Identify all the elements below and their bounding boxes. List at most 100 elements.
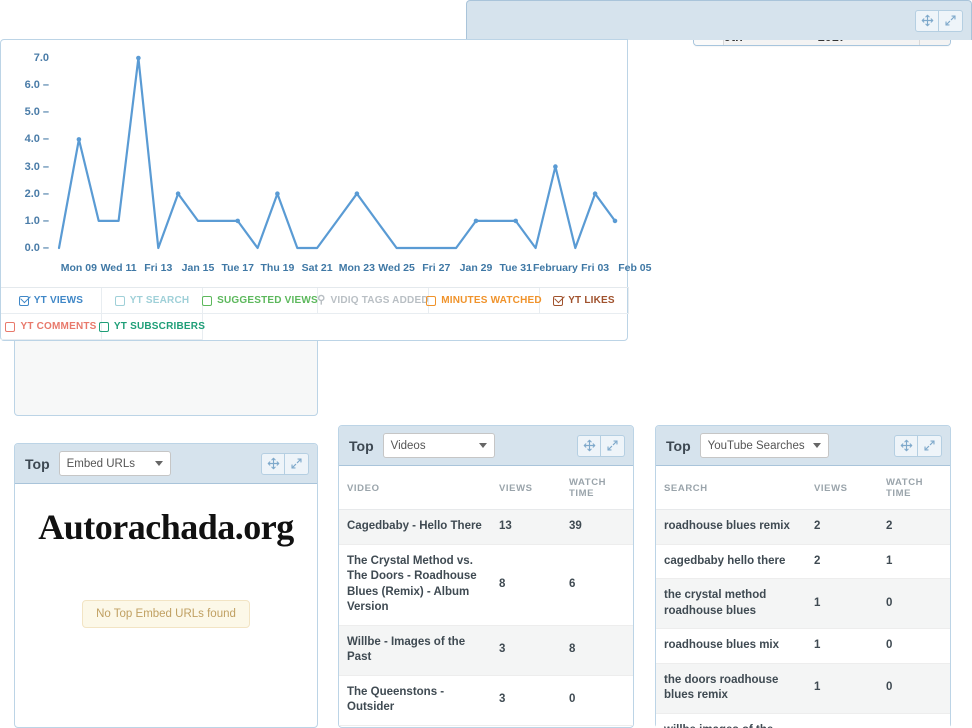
table-row[interactable]: the crystal method roadhouse blues10 — [656, 579, 950, 629]
x-axis-ticks: Mon 09Wed 11Fri 13Jan 15Tue 17Thu 19Sat … — [1, 262, 629, 282]
video-name-cell: Willbe - Images of the Past — [339, 625, 491, 675]
checkbox-empty-icon[interactable] — [426, 296, 436, 306]
video-column-header: Views — [491, 466, 561, 510]
search-name-cell: the crystal method roadhouse blues — [656, 579, 806, 629]
x-axis-tick: Wed 25 — [378, 262, 415, 274]
checkbox-checked-icon[interactable] — [553, 296, 563, 306]
chart-data-point — [613, 219, 618, 224]
videos-table-header-row: VideoViewsWatch Time — [339, 466, 633, 510]
search-watchtime-cell: 0 — [878, 713, 950, 728]
resize-icon[interactable] — [939, 10, 963, 32]
legend-item-vidiq-tags-added[interactable]: ⚲vidIQ Tags Added — [318, 288, 429, 314]
search-views-cell: 1 — [806, 579, 878, 629]
legend-item-label: Minutes Watched — [441, 295, 542, 306]
video-name-cell: The Queenstons - Outsider — [339, 675, 491, 725]
video-watchtime-cell: 8 — [561, 625, 633, 675]
chevron-down-icon — [813, 443, 821, 448]
table-row[interactable]: Cagedbaby - Hello There1339 — [339, 510, 633, 545]
search-watchtime-cell: 0 — [878, 579, 950, 629]
checkbox-empty-icon[interactable] — [115, 296, 125, 306]
search-name-cell: roadhouse blues remix — [656, 510, 806, 545]
resize-icon[interactable] — [285, 453, 309, 475]
table-row[interactable]: roadhouse blues remix22 — [656, 510, 950, 545]
table-row[interactable]: The Queenstons - Outsider30 — [339, 675, 633, 725]
legend-item-yt-comments[interactable]: YT Comments — [1, 314, 102, 340]
table-row[interactable]: The Crystal Method vs. The Doors - Roadh… — [339, 544, 633, 625]
embed-empty-wrap: No Top Embed URLs found — [15, 600, 317, 628]
video-views-cell: 8 — [491, 544, 561, 625]
checkbox-empty-icon[interactable] — [99, 322, 109, 332]
search-views-cell: 2 — [806, 544, 878, 579]
embed-top-label: Top — [25, 456, 50, 472]
x-axis-tick: Tue 17 — [221, 262, 253, 274]
videos-type-select[interactable]: Videos — [383, 433, 495, 458]
embed-header-buttons — [261, 453, 309, 475]
chevron-down-icon — [155, 461, 163, 466]
searches-select-value: YouTube Searches — [708, 440, 805, 452]
legend-item-yt-subscribers[interactable]: YT Subscribers — [102, 314, 203, 340]
videos-header-buttons — [577, 435, 625, 457]
legend-item-suggested-views[interactable]: Suggested Views — [203, 288, 318, 314]
video-name-cell: Cagedbaby - Hello There — [339, 510, 491, 545]
searches-table-body: roadhouse blues remix22cagedbaby hello t… — [656, 510, 950, 728]
chart-plot-area — [1, 40, 629, 300]
line-chart: 0.0–1.0–2.0–3.0–4.0–5.0–6.0–7.0 Mon 09We… — [1, 40, 629, 300]
move-icon[interactable] — [577, 435, 601, 457]
x-axis-tick: Feb 05 — [618, 262, 651, 274]
search-name-cell: willbe images of the past — [656, 713, 806, 728]
legend-item-minutes-watched[interactable]: Minutes Watched — [429, 288, 540, 314]
chart-header-buttons — [915, 10, 963, 32]
video-watchtime-cell: 39 — [561, 510, 633, 545]
move-icon[interactable] — [894, 435, 918, 457]
top-embed-urls-panel: Top Embed URLs — [14, 443, 318, 728]
searches-table-wrap: SearchViewsWatch Time roadhouse blues re… — [656, 466, 950, 728]
search-name-cell: roadhouse blues mix — [656, 629, 806, 664]
searches-header-buttons — [894, 435, 942, 457]
embed-panel-header: Top Embed URLs — [15, 444, 317, 484]
chart-data-point — [176, 191, 181, 196]
search-column-header: Watch Time — [878, 466, 950, 510]
chart-data-point — [553, 164, 558, 169]
resize-icon[interactable] — [918, 435, 942, 457]
move-icon[interactable] — [261, 453, 285, 475]
move-icon[interactable] — [915, 10, 939, 32]
x-axis-tick: Fri 27 — [422, 262, 450, 274]
analytics-chart-panel: 0.0–1.0–2.0–3.0–4.0–5.0–6.0–7.0 Mon 09We… — [0, 0, 628, 341]
chart-data-point — [513, 219, 518, 224]
x-axis-tick: Jan 15 — [182, 262, 215, 274]
searches-type-select[interactable]: YouTube Searches — [700, 433, 829, 458]
legend-item-label: YT Subscribers — [114, 321, 205, 332]
table-row[interactable]: roadhouse blues mix10 — [656, 629, 950, 664]
embed-select-value: Embed URLs — [67, 458, 147, 470]
legend-item-yt-likes[interactable]: YT Likes — [540, 288, 629, 314]
resize-icon[interactable] — [601, 435, 625, 457]
x-axis-tick: Fri 13 — [144, 262, 172, 274]
videos-panel-header: Top Videos — [339, 426, 633, 466]
search-name-cell: cagedbaby hello there — [656, 544, 806, 579]
chart-data-point — [593, 191, 598, 196]
legend-item-yt-views[interactable]: YT Views — [1, 288, 102, 314]
chart-data-point — [136, 56, 141, 61]
searches-table-header-row: SearchViewsWatch Time — [656, 466, 950, 510]
checkbox-checked-icon[interactable] — [19, 296, 29, 306]
table-row[interactable]: the doors roadhouse blues remix10 — [656, 663, 950, 713]
legend-item-yt-search[interactable]: YT Search — [102, 288, 203, 314]
checkbox-empty-icon[interactable] — [5, 322, 15, 332]
table-row[interactable]: cagedbaby hello there21 — [656, 544, 950, 579]
videos-top-label: Top — [349, 438, 374, 454]
chevron-down-icon — [479, 443, 487, 448]
legend-item-label: YT Comments — [20, 321, 96, 332]
video-views-cell: 13 — [491, 510, 561, 545]
videos-table-body: Cagedbaby - Hello There1339The Crystal M… — [339, 510, 633, 726]
searches-top-label: Top — [666, 438, 691, 454]
table-row[interactable]: Willbe - Images of the Past38 — [339, 625, 633, 675]
dashboard-root: January 9th ⋯ February 7th 2017 Demograp… — [0, 0, 972, 728]
table-row[interactable]: willbe images of the past10 — [656, 713, 950, 728]
video-watchtime-cell: 0 — [561, 675, 633, 725]
search-watchtime-cell: 1 — [878, 544, 950, 579]
search-watchtime-cell: 0 — [878, 629, 950, 664]
embed-type-select[interactable]: Embed URLs — [59, 451, 171, 476]
x-axis-tick: Mon 23 — [339, 262, 375, 274]
video-column-header: Video — [339, 466, 491, 510]
checkbox-empty-icon[interactable] — [202, 296, 212, 306]
